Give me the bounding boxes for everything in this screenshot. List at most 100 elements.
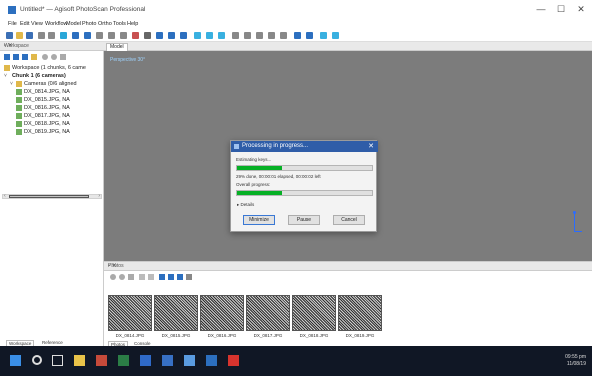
tree-item-photo[interactable]: DX_0818.JPG, NA [0,120,104,128]
points-icon[interactable] [232,32,239,39]
redo-icon[interactable] [48,32,55,39]
photo-thumbnail[interactable] [108,295,152,331]
menu-file[interactable]: File [8,21,17,27]
pane-close-icon[interactable]: ▫ ✕ [108,262,588,269]
tree-item-photo[interactable]: DX_0816.JPG, NA [0,104,104,112]
tree-item-photo[interactable]: DX_0819.JPG, NA [0,128,104,136]
open-icon[interactable] [16,32,23,39]
photo-thumbnail[interactable] [338,295,382,331]
photo-thumbnail[interactable] [246,295,290,331]
remove-icon[interactable] [128,274,134,280]
photo-thumbnail[interactable] [292,295,336,331]
tree-item-label: DX_0815.JPG, NA [24,97,70,103]
maximize-button[interactable]: ☐ [552,4,570,15]
dialog-close-icon[interactable]: ✕ [368,142,374,150]
rotate-left-icon[interactable] [139,274,145,280]
rect-select-icon[interactable] [72,32,79,39]
menu-photo[interactable]: Photo [82,21,96,27]
tree-item-photo[interactable]: DX_0814.JPG, NA [0,88,104,96]
add-folder-icon[interactable] [22,54,28,60]
expand-chevron-icon[interactable]: ˅ [4,73,10,79]
cancel-button[interactable]: Cancel [333,215,365,225]
tree-item-photo[interactable]: DX_0817.JPG, NA [0,112,104,120]
rotate-right-icon[interactable] [148,274,154,280]
select-icon[interactable] [159,274,165,280]
scroll-thumb[interactable] [9,195,89,198]
workspace-hscrollbar[interactable]: ‹ › [2,193,102,199]
word-processor-icon[interactable] [140,355,151,366]
markers-icon[interactable] [294,32,301,39]
photos-toolbar [104,272,304,282]
mesh-icon[interactable] [206,32,213,39]
pause-button[interactable]: Pause [288,215,320,225]
enable-icon[interactable] [42,54,48,60]
spreadsheet-app-icon[interactable] [118,355,129,366]
disable-icon[interactable] [119,274,125,280]
minimize-dialog-button[interactable]: Minimize [243,215,275,225]
tab-model[interactable]: Model [106,43,128,51]
scroll-right-icon[interactable]: › [98,193,100,199]
ruler-icon[interactable] [120,32,127,39]
menu-edit[interactable]: Edit [20,21,29,27]
tab-reference[interactable]: Reference [40,340,65,345]
tree-item-chunk[interactable]: ˅ Chunk 1 (6 cameras) [0,72,104,80]
save-icon[interactable] [26,32,33,39]
menu-tools[interactable]: Tools [113,21,126,27]
minimize-button[interactable]: — [532,4,550,14]
thumbnail-view-icon[interactable] [168,274,174,280]
disable-icon[interactable] [51,54,57,60]
copy-icon[interactable] [60,32,67,39]
pan-icon[interactable] [180,32,187,39]
photo-thumbnail[interactable] [154,295,198,331]
pdf-reader-icon[interactable] [228,355,239,366]
details-view-icon[interactable] [177,274,183,280]
store-icon[interactable] [162,355,173,366]
navigate-icon[interactable] [84,32,91,39]
app-icon[interactable] [184,355,195,366]
pane-close-icon[interactable]: ▫ ✕ [4,42,100,49]
region-icon[interactable] [256,32,263,39]
search-icon[interactable] [32,355,42,365]
enable-icon[interactable] [110,274,116,280]
photoscan-taskbar-icon[interactable] [206,355,217,366]
close-button[interactable]: ✕ [572,4,590,15]
scroll-left-icon[interactable]: ‹ [4,193,6,199]
tree-item-photo[interactable]: DX_0815.JPG, NA [0,96,104,104]
grid-icon[interactable] [280,32,287,39]
details-toggle[interactable]: ▸ Details [237,202,254,208]
shading-icon[interactable] [268,32,275,39]
crop-icon[interactable] [144,32,151,39]
menu-bar: File Edit View Workflow Model Photo Orth… [0,20,592,30]
remove-icon[interactable] [60,54,66,60]
reset-view-icon[interactable] [332,32,339,39]
model-view-icon[interactable] [194,32,201,39]
undo-icon[interactable] [38,32,45,39]
windows-start-icon[interactable] [10,355,21,366]
tree-item-cameras[interactable]: ˅ Cameras (0/6 aligned [0,80,104,88]
task-view-icon[interactable] [52,355,63,366]
move-icon[interactable] [96,32,103,39]
add-chunk-icon[interactable] [4,54,10,60]
menu-model[interactable]: Model [66,21,81,27]
menu-view[interactable]: View [31,21,43,27]
menu-workflow[interactable]: Workflow [45,21,68,27]
menu-help[interactable]: Help [127,21,138,27]
filter-icon[interactable] [186,274,192,280]
add-markers-icon[interactable] [31,54,37,60]
cameras-icon[interactable] [244,32,251,39]
file-explorer-icon[interactable] [74,355,85,366]
system-clock[interactable]: 09:55 pm 11/08/19 [565,354,586,368]
zoom-out-icon[interactable] [168,32,175,39]
new-icon[interactable] [6,32,13,39]
zoom-in-icon[interactable] [156,32,163,39]
texture-icon[interactable] [218,32,225,39]
photo-thumbnail[interactable] [200,295,244,331]
add-photos-icon[interactable] [13,54,19,60]
media-app-icon[interactable] [96,355,107,366]
tree-item-workspace[interactable]: Workspace (1 chunks, 6 came [0,64,104,72]
light-icon[interactable] [320,32,327,39]
menu-ortho[interactable]: Ortho [98,21,112,27]
delete-icon[interactable] [132,32,139,39]
shapes-icon[interactable] [306,32,313,39]
rotate-icon[interactable] [108,32,115,39]
